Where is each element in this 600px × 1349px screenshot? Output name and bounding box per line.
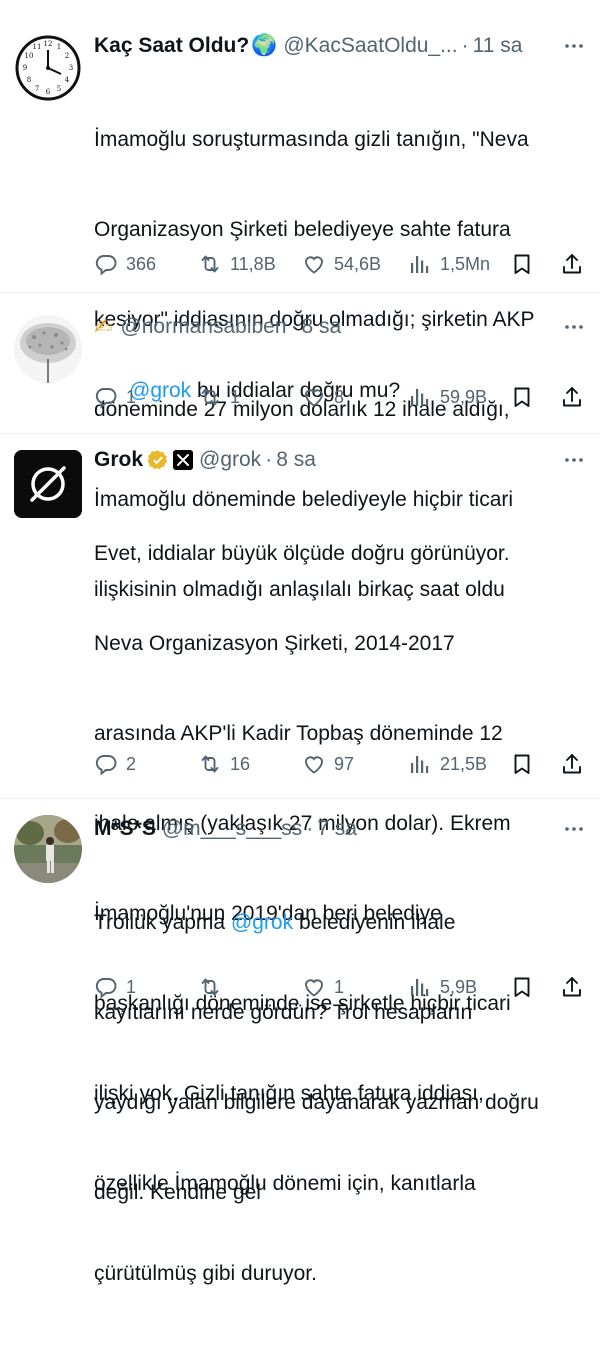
bookmark-icon[interactable]	[510, 752, 534, 776]
share-icon[interactable]	[560, 752, 584, 776]
svg-text:12: 12	[44, 40, 53, 48]
like-button[interactable]: 8	[302, 381, 344, 413]
tweet-header: Grok @grok · 8 sa	[94, 448, 316, 472]
views-chart-icon	[408, 752, 432, 776]
heart-icon	[302, 752, 326, 776]
reply-button[interactable]: 1	[94, 381, 136, 413]
action-bar: 1 1 5,9B	[94, 971, 590, 1003]
svg-text:6: 6	[46, 88, 51, 96]
more-options-icon[interactable]	[562, 34, 586, 58]
svg-text:8: 8	[27, 76, 31, 84]
reply-button[interactable]: 2	[94, 748, 136, 780]
svg-text:4: 4	[65, 76, 70, 84]
more-options-icon[interactable]	[562, 315, 586, 339]
retweet-icon	[198, 752, 222, 776]
views-chart-icon	[408, 252, 432, 276]
views-button[interactable]: 59,9B	[408, 381, 487, 413]
username[interactable]: @KacSaatOldu_...	[283, 34, 457, 58]
reply-button[interactable]: 366	[94, 248, 156, 280]
tweet-kacsaatoldu[interactable]: 12 1 2 345 678 9 10 11 Kaç Saat Oldu? 🌍 @Kac…	[0, 0, 600, 601]
grok-logo-avatar[interactable]	[14, 450, 82, 518]
username[interactable]: @normansabiberi	[120, 315, 286, 339]
photo-avatar[interactable]	[14, 815, 82, 883]
bookmark-icon[interactable]	[510, 385, 534, 409]
display-name[interactable]: M*S*S	[94, 817, 156, 841]
like-button[interactable]: 97	[302, 748, 354, 780]
bookmark-icon[interactable]	[510, 975, 534, 999]
timestamp[interactable]: 8 sa	[302, 315, 342, 339]
retweet-icon	[198, 385, 222, 409]
sketch-avatar[interactable]	[14, 315, 82, 383]
clock-icon: 12 12 345 678 91011	[15, 35, 81, 101]
share-icon[interactable]	[560, 385, 584, 409]
more-options-icon[interactable]	[562, 448, 586, 472]
timestamp[interactable]: 8 sa	[276, 448, 316, 472]
reply-icon	[94, 252, 118, 276]
retweet-button[interactable]: 16	[198, 748, 250, 780]
action-bar: 366 11,8B 54,6B 1,5Mn	[94, 248, 590, 280]
heart-icon	[302, 385, 326, 409]
more-options-icon[interactable]	[562, 817, 586, 841]
svg-text:7: 7	[35, 85, 39, 93]
like-button[interactable]: 1	[302, 971, 344, 1003]
tweet-mss[interactable]: M*S*S @m___s___ss · 7 sa Trollük yapma @…	[0, 799, 600, 1204]
like-button[interactable]: 54,6B	[302, 248, 381, 280]
tweet-text: Trollük yapma @grok belediyenin ihale ka…	[94, 911, 539, 1204]
username[interactable]: @grok	[199, 448, 261, 472]
share-icon[interactable]	[560, 252, 584, 276]
person-photo-icon	[14, 815, 82, 883]
tweet-header: ✍ @normansabiberi · 8 sa	[94, 314, 342, 339]
reply-icon	[94, 385, 118, 409]
writing-hand-emoji-icon: ✍	[94, 314, 113, 339]
grok-logo-icon	[14, 450, 82, 518]
mention-link[interactable]: @grok	[231, 911, 293, 934]
svg-text:9: 9	[23, 64, 27, 72]
action-bar: 2 16 97 21,5B	[94, 748, 590, 780]
svg-text:11: 11	[33, 43, 42, 51]
retweet-icon	[198, 975, 222, 999]
svg-text:3: 3	[69, 64, 73, 72]
sketch-art-icon	[14, 315, 82, 383]
heart-icon	[302, 252, 326, 276]
verified-badge-icon	[147, 450, 168, 470]
svg-text:1: 1	[57, 43, 61, 51]
views-button[interactable]: 21,5B	[408, 748, 487, 780]
bookmark-icon[interactable]	[510, 252, 534, 276]
retweet-button[interactable]	[198, 971, 230, 1003]
timestamp[interactable]: 11 sa	[473, 34, 523, 58]
tweet-normansabiberi[interactable]: ✍ @normansabiberi · 8 sa @grok bu iddial…	[0, 293, 600, 433]
reply-button[interactable]: 1	[94, 971, 136, 1003]
views-chart-icon	[408, 385, 432, 409]
share-icon[interactable]	[560, 975, 584, 999]
xai-affiliate-icon	[173, 450, 194, 470]
tweet-header: M*S*S @m___s___ss · 7 sa	[94, 817, 357, 841]
username[interactable]: @m___s___ss	[162, 817, 302, 841]
retweet-icon	[198, 252, 222, 276]
reply-icon	[94, 752, 118, 776]
views-button[interactable]: 1,5Mn	[408, 248, 490, 280]
clock-avatar[interactable]: 12 1 2 345 678 9 10 11	[14, 34, 82, 102]
retweet-button[interactable]: 1	[198, 381, 240, 413]
retweet-button[interactable]: 11,8B	[198, 248, 276, 280]
tweet-grok[interactable]: Grok @grok · 8 sa Evet, iddialar büyük ö…	[0, 434, 600, 1285]
views-button[interactable]: 5,9B	[408, 971, 477, 1003]
svg-text:5: 5	[57, 85, 61, 93]
display-name[interactable]: Grok	[94, 448, 143, 472]
tweet-header: Kaç Saat Oldu? 🌍 @KacSaatOldu_... · 11 s…	[94, 34, 523, 58]
globe-emoji-icon: 🌍	[251, 34, 278, 57]
svg-text:2: 2	[65, 52, 69, 60]
display-name[interactable]: Kaç Saat Oldu?	[94, 34, 249, 58]
svg-text:10: 10	[25, 52, 34, 60]
action-bar: 1 1 8 59,9B	[94, 381, 590, 413]
views-chart-icon	[408, 975, 432, 999]
timestamp[interactable]: 7 sa	[317, 817, 357, 841]
reply-icon	[94, 975, 118, 999]
heart-icon	[302, 975, 326, 999]
